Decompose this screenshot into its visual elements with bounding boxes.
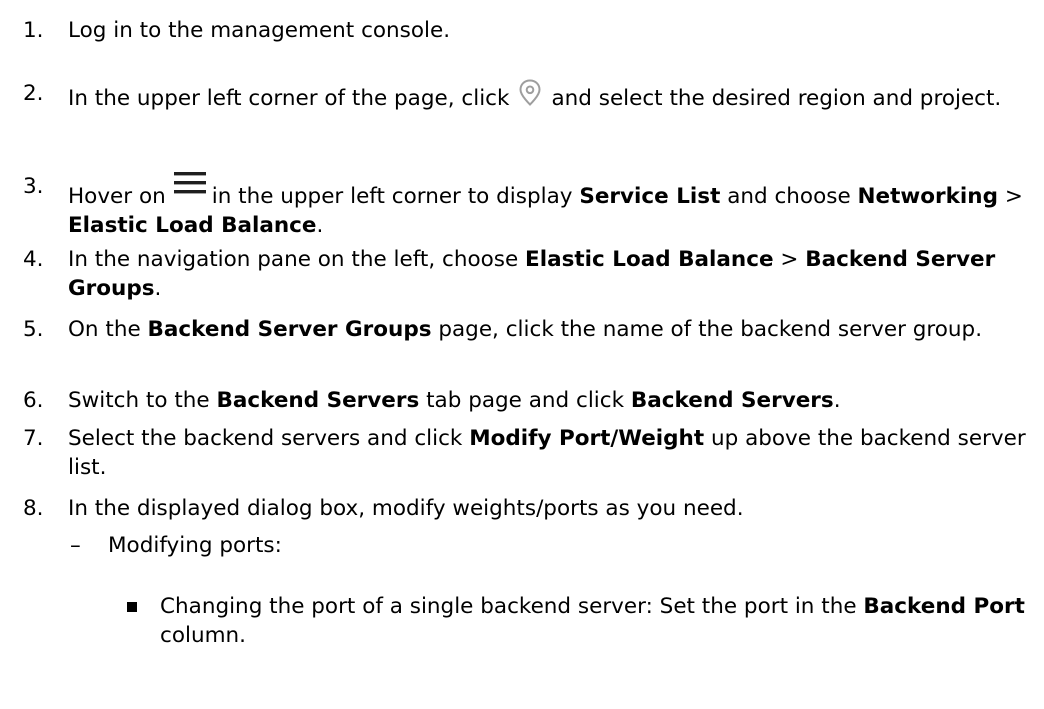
step-number: 4. <box>23 247 44 272</box>
step-text: In the navigation pane on the left, choo… <box>68 247 996 301</box>
subsub-item-text: Changing the port of a single backend se… <box>160 594 1025 648</box>
step-text: Switch to the Backend Servers tab page a… <box>68 388 841 413</box>
step-number: 8. <box>23 496 44 521</box>
step-text: In the displayed dialog box, modify weig… <box>68 496 744 521</box>
step-text: On the Backend Server Groups page, click… <box>68 317 983 342</box>
step-number: 2. <box>23 81 44 106</box>
step-number: 3. <box>23 174 44 199</box>
document-page: { "steps": [ { "num": "1.", "text": "Log… <box>0 0 1044 709</box>
location-pin-icon <box>513 79 547 108</box>
step-text: Select the backend servers and click Mod… <box>68 426 1026 480</box>
step-text: Log in to the management console. <box>68 18 451 43</box>
step-number: 6. <box>23 388 44 413</box>
menu-icon <box>172 172 208 201</box>
step-text: Hover on in the upper left corner to disp… <box>68 172 1044 240</box>
step-text: In the upper left corner of the page, cl… <box>68 79 1044 113</box>
dash-bullet: – <box>70 533 81 558</box>
step-number: 7. <box>23 426 44 451</box>
sub-item-text: Modifying ports: <box>108 533 282 558</box>
square-bullet-icon <box>127 602 137 612</box>
step-number: 1. <box>23 18 44 43</box>
step-number: 5. <box>23 317 44 342</box>
